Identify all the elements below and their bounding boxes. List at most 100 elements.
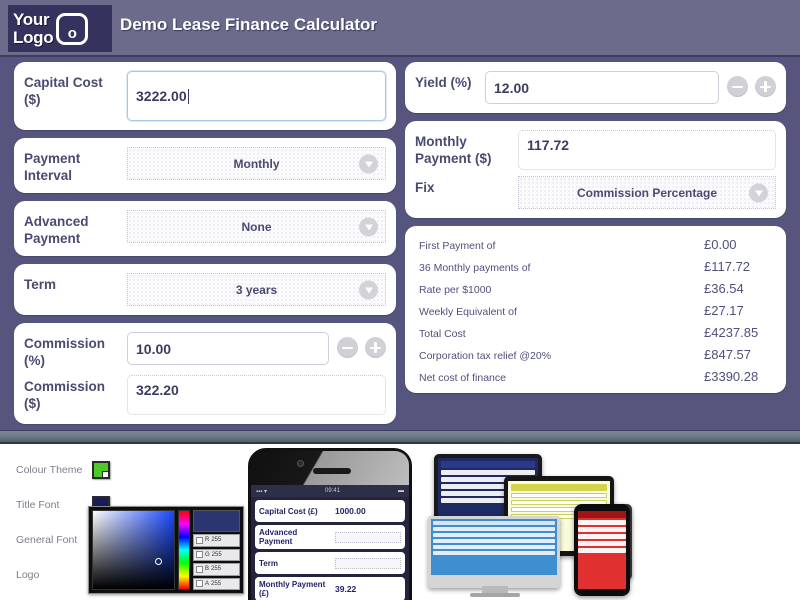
- result-label: First Payment of: [419, 240, 496, 252]
- result-row: First Payment of £0.00: [419, 237, 772, 252]
- colour-theme-swatch[interactable]: [92, 460, 110, 479]
- plus-circle-icon[interactable]: [365, 337, 386, 358]
- result-row: Weekly Equivalent of £27.17: [419, 303, 772, 318]
- picker-field-r[interactable]: R 255: [193, 534, 240, 547]
- app-titlebar: Your Logo o Demo Lease Finance Calculato…: [0, 0, 800, 57]
- logo-line-1: Your: [13, 9, 50, 29]
- monthly-payment-label: Monthly Payment ($): [415, 134, 492, 166]
- logo-mark-letter: o: [67, 24, 77, 42]
- swatch-key-icon: [196, 580, 203, 588]
- phone-row-field[interactable]: [335, 557, 401, 569]
- signal-icon: ▪▪▪ ▾: [256, 488, 268, 495]
- monthly-payment-card: Monthly Payment ($) 117.72 Fix Commissio…: [405, 121, 786, 218]
- result-row: Rate per $1000 £36.54: [419, 281, 772, 296]
- phone-row-value: 1000.00: [335, 506, 366, 516]
- result-row: Total Cost £4237.85: [419, 325, 772, 340]
- picker-cursor-icon: [155, 558, 162, 565]
- fix-dropdown[interactable]: Commission Percentage: [518, 176, 776, 209]
- advanced-payment-label: Advanced Payment: [24, 214, 89, 246]
- chevron-down-icon: [749, 183, 768, 202]
- advanced-payment-card: Advanced Payment None: [14, 201, 396, 256]
- setting-label: General Font: [16, 533, 78, 546]
- speaker-icon: [313, 468, 351, 474]
- phone-row-capital-cost[interactable]: Capital Cost (£) 1000.00: [255, 500, 405, 522]
- logo-mark-icon: o: [56, 12, 89, 45]
- logo[interactable]: Your Logo o: [8, 5, 112, 52]
- commission-card: Commission (%) 10.00 Commission ($) 322.…: [14, 323, 396, 424]
- result-value: £847.57: [704, 347, 751, 362]
- phone-row-advanced-payment[interactable]: Advanced Payment: [255, 525, 405, 549]
- colour-preview-swatch: [193, 510, 240, 532]
- monthly-payment-input[interactable]: 117.72: [518, 130, 776, 170]
- picker-fields: R 255 G 255 B 255 A 255: [193, 510, 240, 590]
- phone-screen: Capital Cost (£) 1000.00 Advanced Paymen…: [251, 497, 409, 600]
- result-label: Total Cost: [419, 328, 466, 340]
- results-panel: First Payment of £0.00 36 Monthly paymen…: [405, 226, 786, 393]
- result-label: Weekly Equivalent of: [419, 306, 517, 318]
- setting-label: Colour Theme: [16, 463, 83, 476]
- commission-amt-label: Commission ($): [24, 379, 106, 411]
- advanced-payment-value: None: [241, 219, 272, 234]
- picker-field-label: G: [205, 551, 210, 558]
- result-value: £117.72: [704, 259, 751, 274]
- chevron-down-icon: [359, 280, 378, 299]
- picker-field-label: A: [205, 580, 210, 587]
- commission-pct-input[interactable]: 10.00: [127, 332, 329, 365]
- result-label: 36 Monthly payments of: [419, 262, 531, 274]
- phone-row-monthly-payment[interactable]: Monthly Payment (£) 39.22: [255, 577, 405, 600]
- minus-circle-icon[interactable]: [337, 337, 358, 358]
- desktop-monitor-device-icon: [428, 516, 560, 588]
- colour-picker-dialog[interactable]: R 255 G 255 B 255 A 255: [88, 506, 244, 594]
- hue-slider[interactable]: [178, 510, 190, 590]
- phone-bezel: [251, 451, 409, 485]
- advanced-payment-dropdown[interactable]: None: [127, 210, 386, 243]
- payment-interval-dropdown[interactable]: Monthly: [127, 147, 386, 180]
- result-row: Net cost of finance £3390.28: [419, 369, 772, 384]
- picker-field-value: 255: [211, 566, 222, 573]
- saturation-value-square[interactable]: [92, 510, 175, 590]
- picker-field-g[interactable]: G 255: [193, 548, 240, 561]
- capital-cost-card: Capital Cost ($) 3222.00: [14, 62, 396, 130]
- picker-field-value: 255: [211, 537, 222, 544]
- result-label: Corporation tax relief @20%: [419, 350, 552, 362]
- swatch-key-icon: [196, 565, 203, 573]
- smartphone-screen: [578, 511, 626, 589]
- monthly-payment-value: 117.72: [527, 137, 570, 153]
- device-cluster-image: [428, 446, 638, 600]
- phone-row-field[interactable]: [335, 531, 401, 543]
- right-form-column: Yield (%) 12.00 Monthly Payment ($) 117.…: [405, 62, 786, 401]
- phone-row-label: Monthly Payment (£): [259, 580, 326, 598]
- section-divider: [0, 430, 800, 444]
- commission-amt-input[interactable]: 322.20: [127, 375, 386, 415]
- payment-interval-card: Payment Interval Monthly: [14, 138, 396, 193]
- capital-cost-value: 3222.00: [136, 88, 187, 104]
- phone-row-value: 39.22: [335, 584, 357, 594]
- plus-circle-icon[interactable]: [755, 76, 776, 97]
- payment-interval-value: Monthly: [233, 156, 280, 171]
- battery-icon: ▬: [397, 488, 404, 494]
- picker-field-value: 255: [211, 551, 222, 558]
- phone-row-label: Advanced Payment: [259, 528, 298, 546]
- yield-input[interactable]: 12.00: [485, 71, 719, 104]
- smartphone-device-icon: [574, 504, 630, 596]
- picker-field-label: R: [205, 537, 210, 544]
- camera-icon: [297, 460, 304, 467]
- picker-field-a[interactable]: A 255: [193, 577, 240, 590]
- yield-card: Yield (%) 12.00: [405, 62, 786, 113]
- term-dropdown[interactable]: 3 years: [127, 273, 386, 306]
- chevron-down-icon: [359, 217, 378, 236]
- text-cursor: [187, 88, 189, 104]
- phone-status-bar: ▪▪▪ ▾ 09:41 ▬: [251, 485, 409, 497]
- page-title: Demo Lease Finance Calculator: [120, 15, 377, 34]
- monitor-screen: [431, 519, 557, 575]
- phone-row-term[interactable]: Term: [255, 552, 405, 574]
- capital-cost-input[interactable]: 3222.00: [127, 71, 386, 121]
- result-value: £0.00: [704, 237, 737, 252]
- result-value: £4237.85: [704, 325, 759, 340]
- left-form-column: Capital Cost ($) 3222.00 Payment Interva…: [14, 62, 396, 432]
- minus-circle-icon[interactable]: [727, 76, 748, 97]
- payment-interval-label: Payment Interval: [24, 151, 81, 183]
- setting-row-colour-theme[interactable]: Colour Theme: [16, 452, 246, 487]
- logo-line-2: Logo: [13, 27, 54, 47]
- picker-field-b[interactable]: B 255: [193, 563, 240, 576]
